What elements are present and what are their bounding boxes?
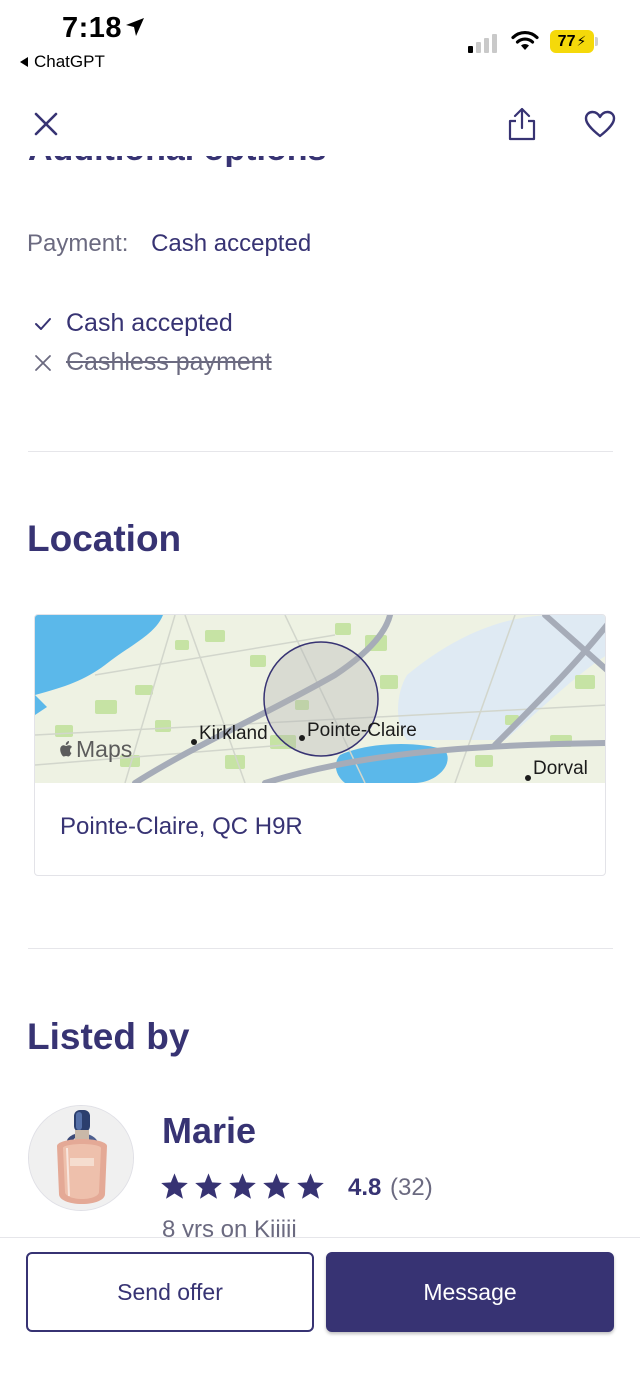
map-preview[interactable]: Maps Kirkland Pointe-Claire Dorval: [35, 615, 605, 783]
back-to-app-link[interactable]: ChatGPT: [20, 52, 105, 72]
star-icon: [229, 1173, 256, 1199]
close-icon: [34, 112, 58, 136]
seller-name[interactable]: Marie: [162, 1110, 256, 1152]
star-icon: [195, 1173, 222, 1199]
location-title: Location: [27, 518, 182, 559]
share-icon: [508, 107, 536, 141]
seller-rating-stars: [160, 1172, 325, 1200]
location-address: Pointe-Claire, QC H9R: [60, 813, 303, 840]
payment-option-label: Cashless payment: [66, 348, 272, 376]
section-divider: [28, 451, 613, 452]
seller-avatar[interactable]: [28, 1105, 134, 1211]
payment-value: Cash accepted: [151, 230, 312, 257]
heart-icon: [584, 110, 616, 138]
share-button[interactable]: [500, 102, 544, 146]
seller-tenure: 8 yrs on Kijiji: [162, 1216, 297, 1238]
x-icon: [32, 354, 54, 372]
kirkland-dot: [191, 739, 197, 745]
top-nav: [0, 96, 640, 156]
back-triangle-icon: [20, 57, 28, 67]
star-icon: [263, 1173, 290, 1199]
maps-brand-label: Maps: [76, 736, 133, 762]
back-app-label: ChatGPT: [34, 52, 105, 71]
listed-by-title: Listed by: [27, 1016, 190, 1057]
payment-option-cash: Cash accepted: [32, 309, 233, 338]
star-icon: [161, 1173, 188, 1199]
payment-label: Payment:: [27, 230, 129, 257]
seller-rating-value: 4.8: [348, 1174, 382, 1201]
apple-maps-brand: Maps: [57, 736, 132, 763]
star-icon: [297, 1173, 324, 1199]
send-offer-button[interactable]: Send offer: [26, 1252, 314, 1332]
check-icon: [32, 317, 54, 331]
status-time: 7:18: [62, 12, 123, 44]
map-place-kirkland: Kirkland: [199, 723, 268, 744]
message-button[interactable]: Message: [326, 1252, 614, 1332]
location-card[interactable]: Maps Kirkland Pointe-Claire Dorval Point…: [34, 614, 606, 876]
charging-bolt-icon: ⚡: [576, 33, 587, 49]
cellular-signal-icon: [468, 34, 497, 53]
pointe-claire-dot: [299, 735, 305, 741]
map-place-dorval: Dorval: [533, 758, 588, 779]
apple-logo-icon: [60, 740, 72, 756]
map-place-pointe-claire: Pointe-Claire: [307, 720, 417, 741]
section-divider: [28, 948, 613, 949]
payment-summary: Payment: Cash accepted: [27, 230, 311, 258]
close-button[interactable]: [24, 102, 68, 146]
payment-option-label: Cash accepted: [66, 309, 233, 337]
battery-cap: [595, 37, 598, 46]
bottom-action-bar: Send offer Message: [0, 1237, 640, 1386]
favorite-button[interactable]: [578, 102, 622, 146]
seller-tenure-text: 8 yrs on Kijiji: [162, 1216, 297, 1238]
payment-option-cashless: Cashless payment: [32, 348, 272, 377]
wifi-icon: [511, 30, 539, 50]
dorval-dot: [525, 775, 531, 781]
seller-rating-count: (32): [390, 1174, 433, 1201]
status-bar: 7:18 ChatGPT 77 ⚡: [0, 0, 640, 80]
perfume-bottle-image: [29, 1106, 133, 1210]
location-arrow-icon: [126, 18, 144, 36]
battery-indicator: 77 ⚡: [550, 30, 594, 53]
battery-level: 77: [557, 32, 576, 50]
